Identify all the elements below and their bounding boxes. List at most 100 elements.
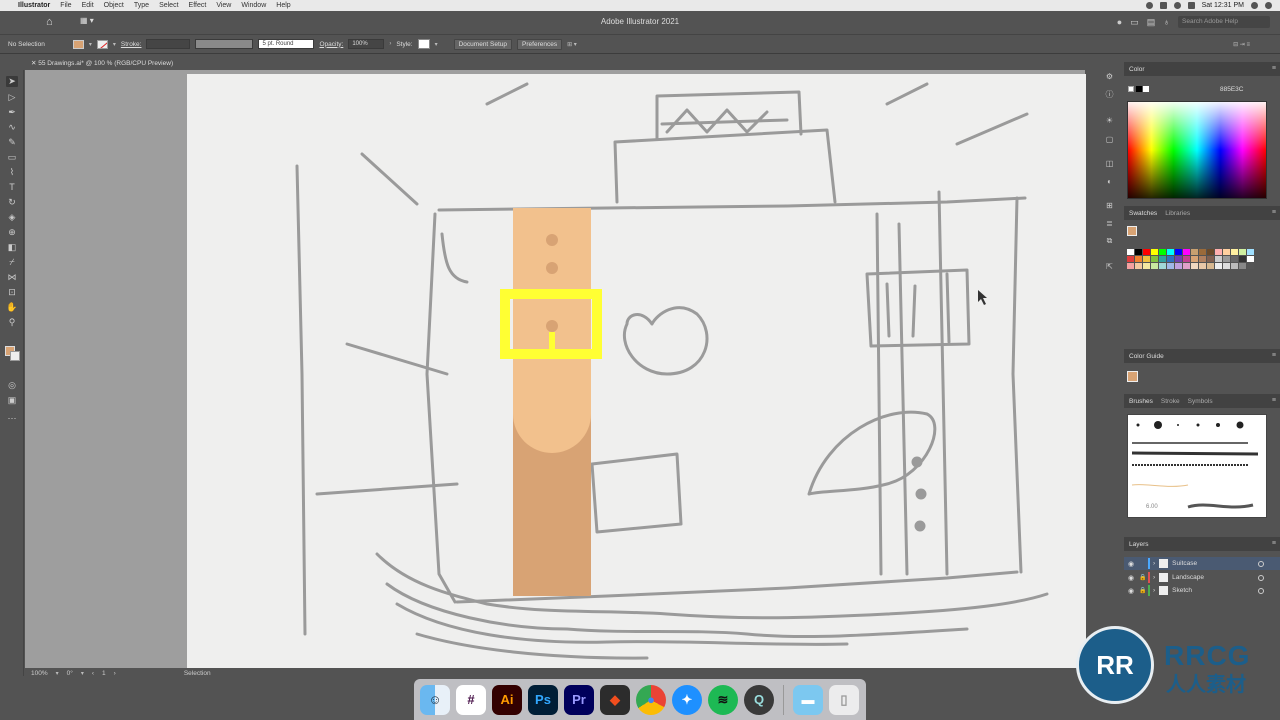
- preferences-button[interactable]: Preferences: [517, 38, 563, 50]
- hand-tool-icon[interactable]: ✋: [6, 302, 18, 313]
- swatch[interactable]: [1151, 256, 1158, 262]
- layer-name[interactable]: Sketch: [1172, 587, 1192, 594]
- black-swatch[interactable]: [1136, 86, 1142, 92]
- opacity-field[interactable]: 100%: [348, 39, 385, 49]
- slack-icon[interactable]: #: [456, 684, 486, 715]
- artboard[interactable]: [187, 74, 1086, 668]
- swatch[interactable]: [1175, 263, 1182, 269]
- swatch[interactable]: [1231, 256, 1238, 262]
- swatch[interactable]: [1239, 249, 1246, 255]
- paintbrush-tool-icon[interactable]: ⌇: [6, 167, 18, 178]
- type-tool-icon[interactable]: T: [6, 182, 18, 193]
- menu-window[interactable]: Window: [241, 2, 266, 9]
- lock-icon[interactable]: 🔒: [1138, 574, 1148, 581]
- swatch[interactable]: [1223, 263, 1230, 269]
- layer-name[interactable]: Landscape: [1172, 574, 1204, 581]
- layer-name[interactable]: Suitcase: [1172, 560, 1197, 567]
- swatch[interactable]: [1191, 249, 1198, 255]
- illustrator-icon[interactable]: Ai: [492, 684, 522, 715]
- swatch[interactable]: [1143, 249, 1150, 255]
- direct-selection-tool-icon[interactable]: ▷: [6, 92, 18, 103]
- pen-tool-icon[interactable]: ✒: [6, 107, 18, 118]
- swatch[interactable]: [1143, 256, 1150, 262]
- white-swatch[interactable]: [1143, 86, 1149, 92]
- swatch[interactable]: [1231, 263, 1238, 269]
- arrange-icon[interactable]: ▭: [1130, 17, 1139, 28]
- target-icon[interactable]: [1258, 560, 1264, 567]
- status-icon[interactable]: [1145, 2, 1153, 9]
- chevron-down-icon[interactable]: ▾: [89, 41, 92, 48]
- layer-row[interactable]: ◉ 🔒 › Landscape: [1124, 571, 1280, 584]
- expand-icon[interactable]: ›: [1153, 560, 1155, 567]
- brushes-tab[interactable]: Brushes: [1129, 398, 1153, 405]
- panel-menu-icon[interactable]: ≡: [1272, 352, 1276, 359]
- swatch[interactable]: [1159, 256, 1166, 262]
- lightbulb-icon[interactable]: ♁: [1163, 17, 1170, 27]
- libraries-tab[interactable]: Libraries: [1165, 210, 1190, 217]
- eye-icon[interactable]: ◉: [1124, 560, 1138, 568]
- chevron-right-icon[interactable]: ›: [389, 41, 391, 47]
- panel-options-icon[interactable]: ⊟ ⇥ ≡: [1233, 41, 1250, 48]
- menu-select[interactable]: Select: [159, 2, 178, 9]
- user-icon[interactable]: ●: [1117, 17, 1122, 27]
- swatch[interactable]: [1239, 263, 1246, 269]
- swatch[interactable]: [1247, 249, 1254, 255]
- pathfinder-icon[interactable]: ⧉: [1104, 236, 1115, 246]
- panel-menu-icon[interactable]: ≡: [1272, 65, 1276, 72]
- chevron-down-icon[interactable]: ▾: [113, 41, 116, 48]
- color-guide-tab[interactable]: Color Guide: [1129, 353, 1164, 360]
- quicktime-icon[interactable]: Q: [744, 684, 774, 715]
- target-icon[interactable]: [1258, 574, 1264, 581]
- arrange-documents-icon[interactable]: ⊞ ▾: [567, 41, 577, 48]
- swatch[interactable]: [1247, 263, 1254, 269]
- folder-icon[interactable]: ▬: [793, 684, 823, 715]
- stroke-tab[interactable]: Stroke: [1161, 398, 1180, 405]
- menu-edit[interactable]: Edit: [82, 2, 94, 9]
- sun-icon[interactable]: ☀: [1104, 116, 1115, 126]
- swatch[interactable]: [1191, 263, 1198, 269]
- rotate-tool-icon[interactable]: ↻: [6, 197, 18, 208]
- rotation-value[interactable]: 0°: [67, 670, 73, 677]
- swatch[interactable]: [1167, 256, 1174, 262]
- swatch[interactable]: [1127, 263, 1134, 269]
- layer-row[interactable]: ◉ 🔒 › Sketch: [1124, 584, 1280, 597]
- chevron-down-icon[interactable]: ▾: [56, 670, 59, 677]
- safari-icon[interactable]: ✦: [672, 684, 702, 715]
- figma-icon[interactable]: ◆: [600, 684, 630, 715]
- swatch[interactable]: [1207, 249, 1214, 255]
- swatch[interactable]: [1215, 256, 1222, 262]
- swatch[interactable]: [1247, 256, 1254, 262]
- menu-clock[interactable]: Sat 12:31 PM: [1202, 2, 1244, 9]
- swatch[interactable]: [1239, 256, 1246, 262]
- next-artboard-icon[interactable]: ›: [114, 670, 116, 677]
- zoom-level[interactable]: 100%: [31, 670, 48, 677]
- blend-tool-icon[interactable]: ⋈: [6, 272, 18, 283]
- swatch[interactable]: [1159, 263, 1166, 269]
- lock-icon[interactable]: 🔒: [1138, 587, 1148, 594]
- menu-app-name[interactable]: Illustrator: [18, 2, 50, 9]
- eraser-tool-icon[interactable]: ◈: [6, 212, 18, 223]
- pencil-tool-icon[interactable]: ✎: [6, 137, 18, 148]
- panel-menu-icon[interactable]: ≡: [1272, 209, 1276, 216]
- battery-icon[interactable]: [1187, 2, 1195, 9]
- variable-width-profile[interactable]: [195, 39, 254, 49]
- swatch[interactable]: [1135, 249, 1142, 255]
- document-setup-button[interactable]: Document Setup: [453, 38, 513, 50]
- zoom-tool-icon[interactable]: ⚲: [6, 317, 18, 328]
- style-swatch[interactable]: [417, 39, 430, 49]
- gradient-tool-icon[interactable]: ◧: [6, 242, 18, 253]
- swatch[interactable]: [1183, 249, 1190, 255]
- swatch[interactable]: [1167, 263, 1174, 269]
- transparency-icon[interactable]: ◫: [1104, 159, 1115, 169]
- layout-icon[interactable]: ▤: [1147, 17, 1156, 28]
- eyedropper-tool-icon[interactable]: ⌿: [6, 257, 18, 268]
- shape-builder-tool-icon[interactable]: ⊕: [6, 227, 18, 238]
- menu-view[interactable]: View: [216, 2, 231, 9]
- swatch[interactable]: [1135, 256, 1142, 262]
- swatch[interactable]: [1199, 263, 1206, 269]
- curvature-tool-icon[interactable]: ∿: [6, 122, 18, 133]
- brush-definition[interactable]: 5 pt. Round: [258, 39, 315, 49]
- swatch[interactable]: [1191, 256, 1198, 262]
- swatch[interactable]: [1127, 256, 1134, 262]
- info-icon[interactable]: ⓘ: [1104, 89, 1115, 99]
